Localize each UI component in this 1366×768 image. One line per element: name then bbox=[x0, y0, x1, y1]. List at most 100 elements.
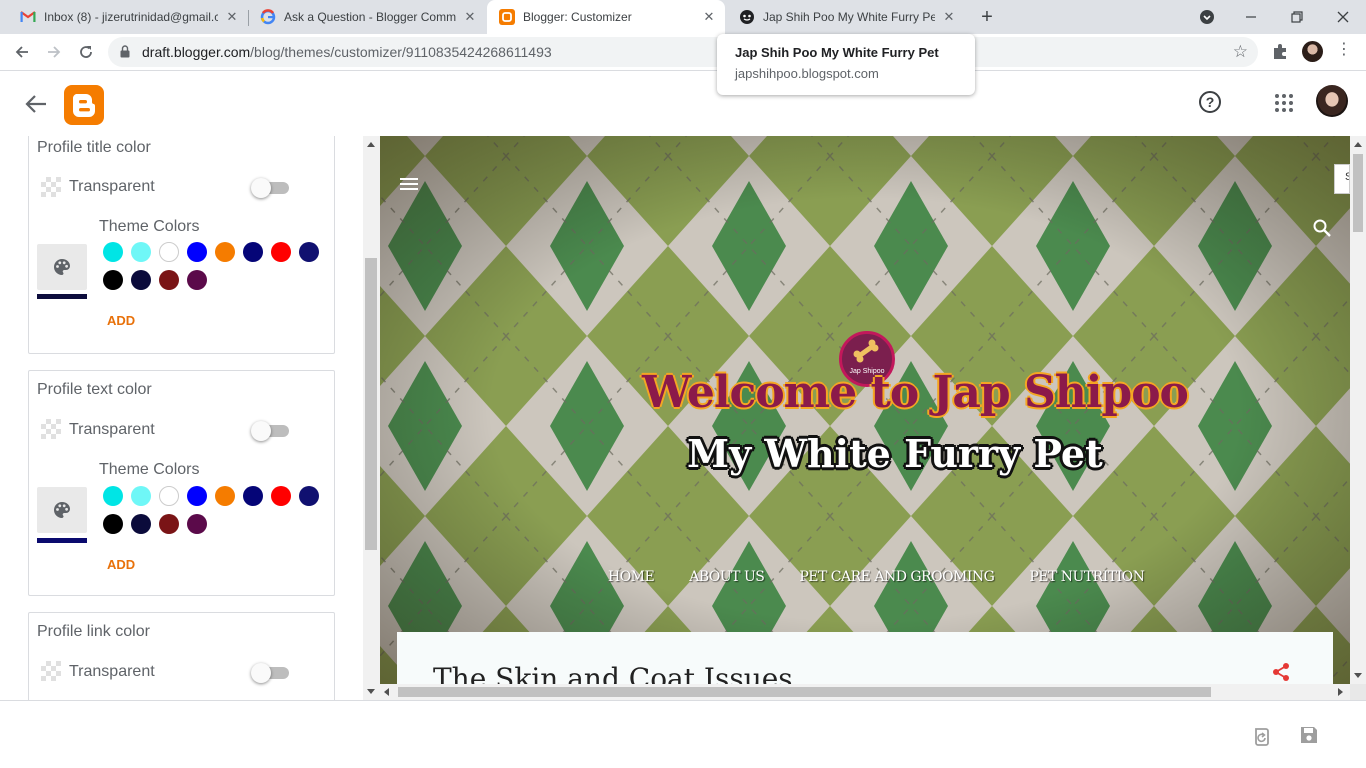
nav-link-about-us[interactable]: ABOUT US bbox=[689, 569, 765, 585]
transparent-checker-icon bbox=[41, 661, 61, 681]
theme-color-swatch[interactable] bbox=[159, 514, 179, 534]
close-tab-icon[interactable]: ✕ bbox=[701, 9, 717, 25]
tab-title: Jap Shih Poo My White Furry Pet bbox=[763, 10, 935, 24]
blog-logo[interactable]: Jap Shipoo Welcome to Jap Shipoo My Whit… bbox=[642, 331, 1189, 501]
scrollbar-thumb[interactable] bbox=[365, 258, 377, 550]
tab-search-icon[interactable] bbox=[1184, 0, 1230, 34]
scroll-down-arrow-icon[interactable] bbox=[1354, 673, 1362, 678]
menu-hamburger-icon[interactable] bbox=[400, 178, 418, 190]
customizer-bottom-bar bbox=[0, 700, 1366, 768]
new-tab-button[interactable]: + bbox=[976, 6, 998, 28]
settings-scrollbar[interactable] bbox=[363, 136, 380, 700]
scroll-up-arrow-icon[interactable] bbox=[367, 142, 375, 147]
theme-color-swatch[interactable] bbox=[131, 270, 151, 290]
theme-color-swatch[interactable] bbox=[215, 242, 235, 262]
theme-color-swatch[interactable] bbox=[187, 514, 207, 534]
theme-color-swatch[interactable] bbox=[187, 242, 207, 262]
theme-color-swatch[interactable] bbox=[271, 242, 291, 262]
maximize-icon[interactable] bbox=[1274, 0, 1320, 34]
search-icon[interactable] bbox=[1312, 218, 1332, 238]
back-icon[interactable] bbox=[10, 40, 34, 64]
blogger-icon bbox=[499, 9, 515, 25]
theme-color-swatch[interactable] bbox=[299, 486, 319, 506]
theme-colors-label: Theme Colors bbox=[99, 461, 200, 478]
scrollbar-thumb[interactable] bbox=[1353, 154, 1363, 232]
tab-gmail[interactable]: Inbox (8) - jizerutrinidad@gmail.c ✕ bbox=[8, 0, 248, 34]
forward-icon[interactable] bbox=[42, 40, 66, 64]
close-tab-icon[interactable]: ✕ bbox=[224, 9, 240, 25]
tab-japshihpoo-site[interactable]: Jap Shih Poo My White Furry Pet ✕ bbox=[727, 0, 965, 34]
theme-color-swatch[interactable] bbox=[131, 514, 151, 534]
tab-blogger-customizer[interactable]: Blogger: Customizer ✕ bbox=[487, 0, 725, 34]
add-color-button[interactable]: ADD bbox=[107, 313, 135, 328]
custom-color-button[interactable] bbox=[37, 487, 87, 533]
google-icon bbox=[260, 9, 276, 25]
theme-color-swatch[interactable] bbox=[159, 270, 179, 290]
theme-color-swatch[interactable] bbox=[187, 486, 207, 506]
profile-title-color-card: Profile title color Transparent Theme Co… bbox=[28, 136, 335, 354]
lock-icon[interactable] bbox=[120, 45, 130, 58]
transparent-label: Transparent bbox=[69, 421, 155, 438]
theme-color-swatch[interactable] bbox=[103, 242, 123, 262]
theme-color-swatch[interactable] bbox=[159, 242, 179, 262]
theme-color-swatch[interactable] bbox=[299, 242, 319, 262]
theme-color-swatch[interactable] bbox=[271, 486, 291, 506]
transparent-toggle[interactable] bbox=[251, 176, 289, 200]
url-path: /blog/themes/customizer/9110835424268611… bbox=[250, 44, 552, 60]
reload-icon[interactable] bbox=[74, 40, 98, 64]
nav-link-pet-care[interactable]: PET CARE AND GROOMING bbox=[799, 569, 994, 585]
transparent-toggle[interactable] bbox=[251, 661, 289, 685]
theme-color-swatch[interactable] bbox=[159, 486, 179, 506]
theme-color-swatch[interactable] bbox=[103, 486, 123, 506]
nav-link-pet-nutrition[interactable]: PET NUTRITION bbox=[1029, 569, 1144, 585]
close-window-icon[interactable] bbox=[1320, 0, 1366, 34]
profile-link-color-card: Profile link color Transparent bbox=[28, 612, 335, 700]
scroll-up-arrow-icon[interactable] bbox=[1354, 142, 1362, 147]
theme-color-swatch[interactable] bbox=[131, 242, 151, 262]
card-title: Profile title color bbox=[37, 139, 151, 156]
logo-title-line: Welcome to Jap Shipoo bbox=[642, 367, 1189, 418]
add-color-button[interactable]: ADD bbox=[107, 557, 135, 572]
nav-link-home[interactable]: HOME bbox=[608, 569, 655, 585]
theme-color-swatch[interactable] bbox=[131, 486, 151, 506]
tab-blogger-community[interactable]: Ask a Question - Blogger Commu ✕ bbox=[248, 0, 486, 34]
close-tab-icon[interactable]: ✕ bbox=[462, 9, 478, 25]
scroll-left-arrow-icon[interactable] bbox=[384, 688, 389, 696]
theme-color-swatch[interactable] bbox=[187, 270, 207, 290]
preview-vertical-scrollbar[interactable] bbox=[1350, 136, 1366, 684]
url-text[interactable]: draft.blogger.com/blog/themes/customizer… bbox=[142, 44, 552, 60]
help-icon[interactable]: ? bbox=[1199, 91, 1221, 113]
side-widget[interactable]: S bbox=[1334, 164, 1350, 194]
card-title: Profile link color bbox=[37, 623, 150, 640]
account-avatar[interactable] bbox=[1316, 85, 1348, 117]
palette-icon bbox=[54, 259, 70, 275]
transparent-toggle[interactable] bbox=[251, 419, 289, 443]
theme-color-swatch[interactable] bbox=[243, 486, 263, 506]
browser-profile-avatar[interactable] bbox=[1302, 41, 1323, 62]
address-bar[interactable]: draft.blogger.com/blog/themes/customizer… bbox=[108, 37, 1258, 67]
theme-color-swatch[interactable] bbox=[243, 242, 263, 262]
scroll-right-arrow-icon[interactable] bbox=[1338, 688, 1343, 696]
minimize-icon[interactable] bbox=[1228, 0, 1274, 34]
back-arrow-icon[interactable] bbox=[24, 93, 48, 115]
scrollbar-thumb[interactable] bbox=[398, 687, 1211, 697]
share-icon[interactable] bbox=[1271, 662, 1291, 682]
extensions-puzzle-icon[interactable] bbox=[1270, 41, 1290, 61]
close-tab-icon[interactable]: ✕ bbox=[941, 9, 957, 25]
preview-horizontal-scrollbar[interactable] bbox=[380, 684, 1350, 700]
browser-menu-icon[interactable]: ⋮ bbox=[1336, 40, 1352, 60]
blogger-logo-icon[interactable] bbox=[64, 85, 104, 125]
settings-panel: Profile title color Transparent Theme Co… bbox=[0, 136, 380, 700]
theme-color-swatch[interactable] bbox=[103, 514, 123, 534]
google-apps-icon[interactable] bbox=[1275, 94, 1293, 112]
bookmark-star-icon[interactable]: ☆ bbox=[1233, 42, 1248, 62]
theme-color-swatch[interactable] bbox=[215, 486, 235, 506]
scroll-down-arrow-icon[interactable] bbox=[367, 689, 375, 694]
custom-color-button[interactable] bbox=[37, 244, 87, 290]
tab-title: Blogger: Customizer bbox=[523, 10, 632, 24]
save-icon[interactable] bbox=[1299, 725, 1319, 745]
post-title[interactable]: The Skin and Coat Issues bbox=[433, 662, 793, 684]
preview-viewport: S Jap Shipoo Welcome to Jap Shipoo My Wh… bbox=[380, 136, 1350, 684]
revert-icon[interactable] bbox=[1252, 725, 1272, 747]
theme-color-swatch[interactable] bbox=[103, 270, 123, 290]
